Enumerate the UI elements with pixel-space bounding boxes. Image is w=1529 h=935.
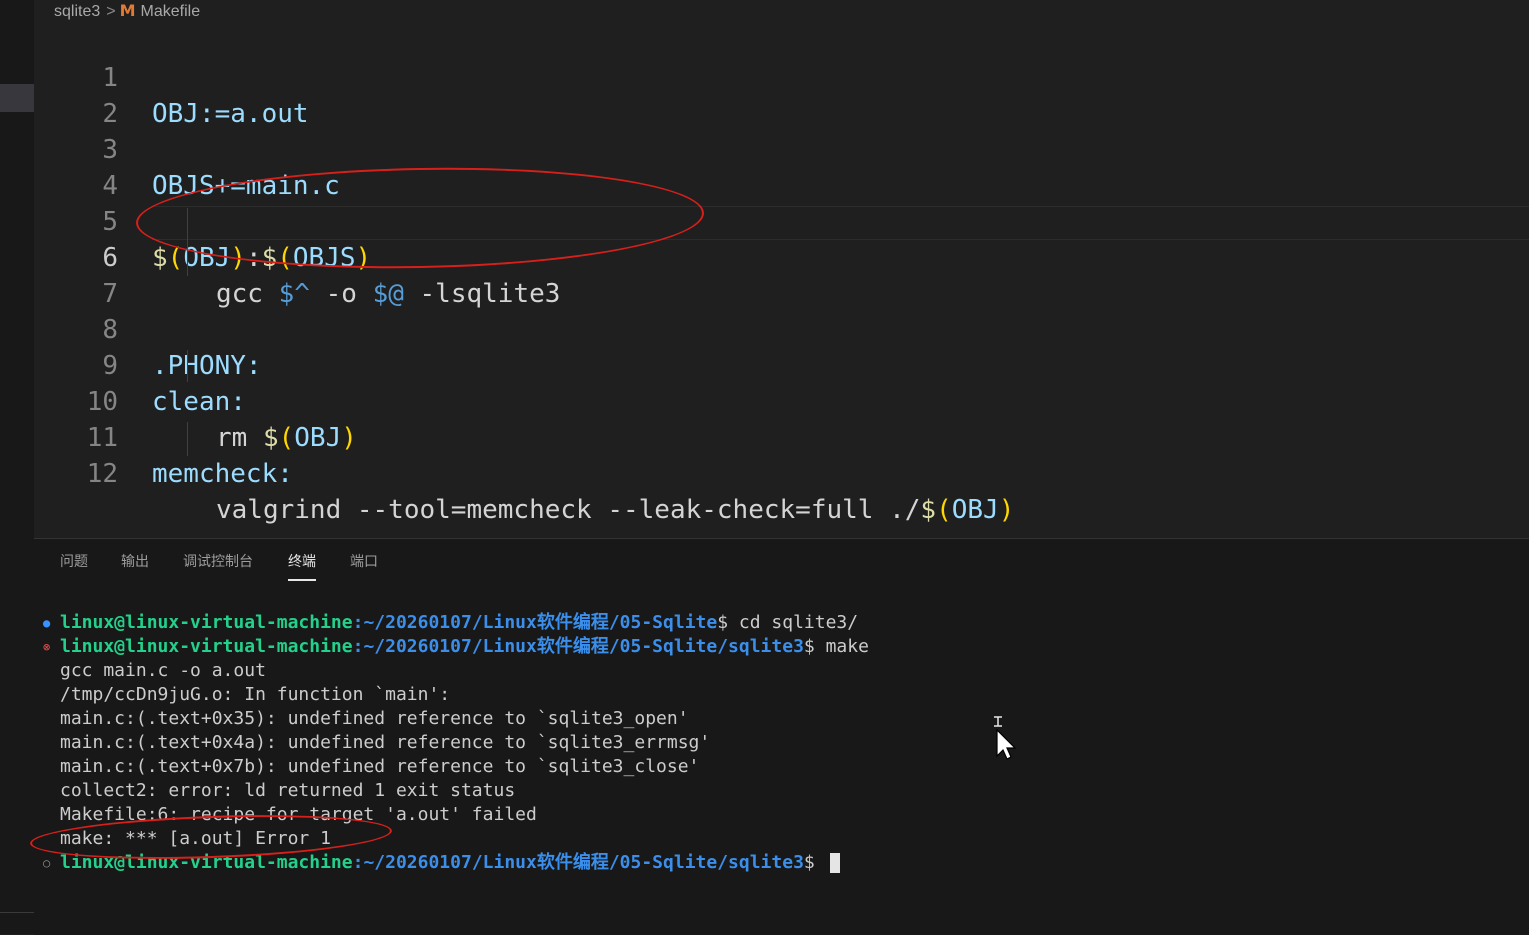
- activity-bar-divider: [0, 912, 34, 913]
- line-number: 12: [86, 459, 118, 489]
- code-line-11[interactable]: 11 memcheck:: [34, 384, 293, 489]
- code-line-3[interactable]: 3 OBJS+=main.c: [34, 96, 340, 201]
- tab-terminal[interactable]: 终端: [288, 551, 316, 581]
- activity-bar: [0, 0, 34, 934]
- tab-output[interactable]: 输出: [121, 551, 149, 571]
- code-line-7[interactable]: 7: [34, 240, 118, 309]
- terminal-output-line: gcc main.c -o a.out: [60, 660, 266, 681]
- code-text: memcheck:: [152, 459, 293, 489]
- code-line-8[interactable]: 8 .PHONY:: [34, 276, 261, 381]
- code-text: .PHONY:: [152, 351, 262, 381]
- code-text: clean:: [152, 387, 246, 417]
- code-text: gcc $^ -o $@ -lsqlite3: [216, 279, 561, 309]
- indent-guide: [187, 422, 188, 456]
- activity-bar-active-item[interactable]: [0, 84, 34, 112]
- tab-debug-console[interactable]: 调试控制台: [183, 551, 253, 571]
- code-line-2[interactable]: 2: [34, 60, 118, 129]
- tab-ports[interactable]: 端口: [350, 551, 378, 571]
- code-line-12[interactable]: 12 valgrind --tool=memcheck --leak-check…: [34, 420, 1015, 525]
- chevron-right-icon: >: [106, 3, 116, 20]
- makefile-icon: M: [119, 1, 136, 20]
- code-text: valgrind --tool=memcheck --leak-check=fu…: [216, 495, 1015, 525]
- indent-guide: [187, 350, 188, 382]
- code-text: OBJ:=a.out: [152, 99, 309, 129]
- code-line-6[interactable]: 6 gcc $^ -o $@ -lsqlite3: [34, 204, 560, 309]
- breadcrumb-folder[interactable]: sqlite3: [54, 3, 100, 20]
- mouse-pointer-icon: [992, 716, 1018, 764]
- terminal-output-line: collect2: error: ld returned 1 exit stat…: [60, 780, 516, 801]
- code-line-9[interactable]: 9 clean:: [34, 312, 246, 417]
- code-text: rm $(OBJ): [216, 423, 357, 453]
- breadcrumb-file[interactable]: Makefile: [141, 3, 201, 20]
- code-line-4[interactable]: 4: [34, 132, 118, 201]
- terminal-line: linux@linux-virtual-machine:~/20260107/L…: [60, 636, 869, 657]
- code-line-1[interactable]: 1 OBJ:=a.out: [34, 24, 308, 129]
- command-pending-icon[interactable]: ○: [43, 851, 50, 875]
- tab-problems[interactable]: 问题: [60, 551, 88, 571]
- terminal-output-line: main.c:(.text+0x7b): undefined reference…: [60, 756, 700, 777]
- code-line-10[interactable]: 10 rm $(OBJ): [34, 348, 357, 453]
- command-success-icon[interactable]: ●: [43, 611, 50, 635]
- bottom-panel: 问题 输出 调试控制台 终端 端口 ● linux@linux-virtual-…: [29, 538, 1529, 935]
- command-error-icon[interactable]: ⊗: [43, 635, 50, 659]
- terminal-output-line: /tmp/ccDn9juG.o: In function `main':: [60, 684, 451, 705]
- terminal-output-line: main.c:(.text+0x35): undefined reference…: [60, 708, 689, 729]
- terminal-output-line: main.c:(.text+0x4a): undefined reference…: [60, 732, 711, 753]
- breadcrumb: sqlite3 > M Makefile: [54, 0, 200, 22]
- code-line-5[interactable]: 5 $(OBJ):$(OBJS): [34, 168, 371, 273]
- terminal-cursor: [829, 853, 840, 873]
- code-editor[interactable]: sqlite3 > M Makefile 1 OBJ:=a.out 2 3 OBJS+…: [34, 0, 1529, 538]
- terminal-line: linux@linux-virtual-machine:~/20260107/L…: [60, 612, 859, 633]
